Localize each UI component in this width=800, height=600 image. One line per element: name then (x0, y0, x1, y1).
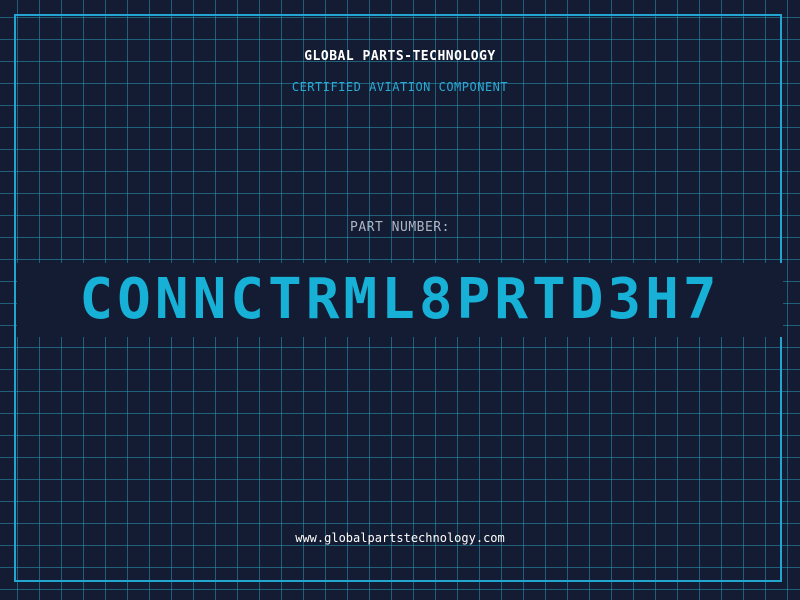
certification-subtitle: CERTIFIED AVIATION COMPONENT (291, 80, 509, 94)
part-number-value: CONNCTRML8PRTD3H7 (79, 267, 721, 332)
website-url: www.globalpartstechnology.com (295, 531, 505, 545)
company-name: GLOBAL PARTS-TECHNOLOGY (304, 49, 496, 64)
part-number-label: PART NUMBER: (350, 220, 450, 235)
